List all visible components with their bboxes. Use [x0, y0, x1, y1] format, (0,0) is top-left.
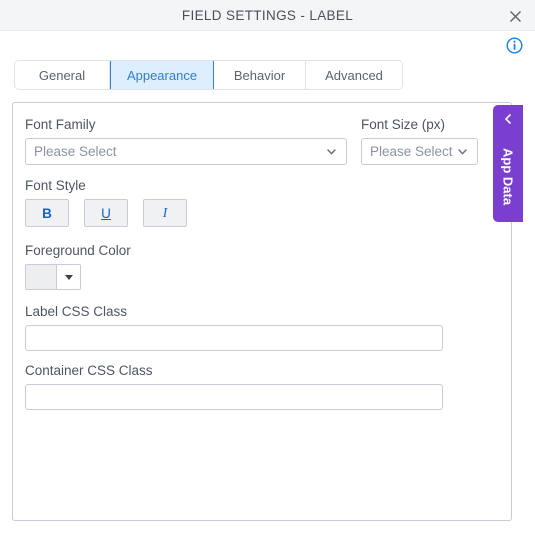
tab-general[interactable]: General — [15, 61, 110, 89]
bold-button[interactable]: B — [25, 199, 69, 227]
settings-tab-bar: General Appearance Behavior Advanced — [14, 60, 403, 90]
info-icon — [506, 37, 523, 54]
font-size-select[interactable]: Please Select — [361, 138, 478, 165]
window-title: FIELD SETTINGS - LABEL — [181, 8, 354, 23]
foreground-color-picker[interactable] — [25, 264, 81, 290]
app-data-label: App Data — [500, 147, 516, 206]
chevron-down-icon — [456, 145, 469, 158]
underline-button[interactable]: U — [84, 199, 128, 227]
window-title-bar: FIELD SETTINGS - LABEL — [0, 0, 535, 31]
close-button[interactable] — [505, 6, 525, 26]
container-css-class-label: Container CSS Class — [25, 363, 153, 378]
foreground-color-label: Foreground Color — [25, 243, 131, 258]
font-style-label: Font Style — [25, 178, 86, 193]
label-css-class-input[interactable] — [25, 325, 443, 351]
info-button[interactable] — [506, 37, 523, 54]
font-family-label: Font Family — [25, 117, 96, 132]
tab-advanced[interactable]: Advanced — [306, 61, 402, 89]
font-size-value: Please Select — [370, 144, 453, 159]
container-css-class-input[interactable] — [25, 384, 443, 410]
tab-appearance[interactable]: Appearance — [110, 61, 214, 89]
italic-button[interactable]: I — [143, 199, 187, 227]
label-css-class-label: Label CSS Class — [25, 304, 128, 319]
font-family-value: Please Select — [34, 144, 117, 159]
caret-down-icon — [64, 274, 73, 280]
tab-behavior[interactable]: Behavior — [214, 61, 306, 89]
appearance-settings-panel: Font Family Please Select Font Size (px)… — [12, 102, 512, 521]
font-size-label: Font Size (px) — [361, 117, 446, 132]
chevron-down-icon — [325, 145, 338, 158]
close-icon — [509, 10, 521, 22]
color-dropdown-toggle[interactable] — [57, 265, 80, 289]
font-family-select[interactable]: Please Select — [25, 138, 347, 165]
app-data-panel-toggle[interactable]: App Data — [493, 105, 523, 222]
chevron-left-icon — [502, 113, 514, 125]
color-swatch — [26, 265, 57, 289]
